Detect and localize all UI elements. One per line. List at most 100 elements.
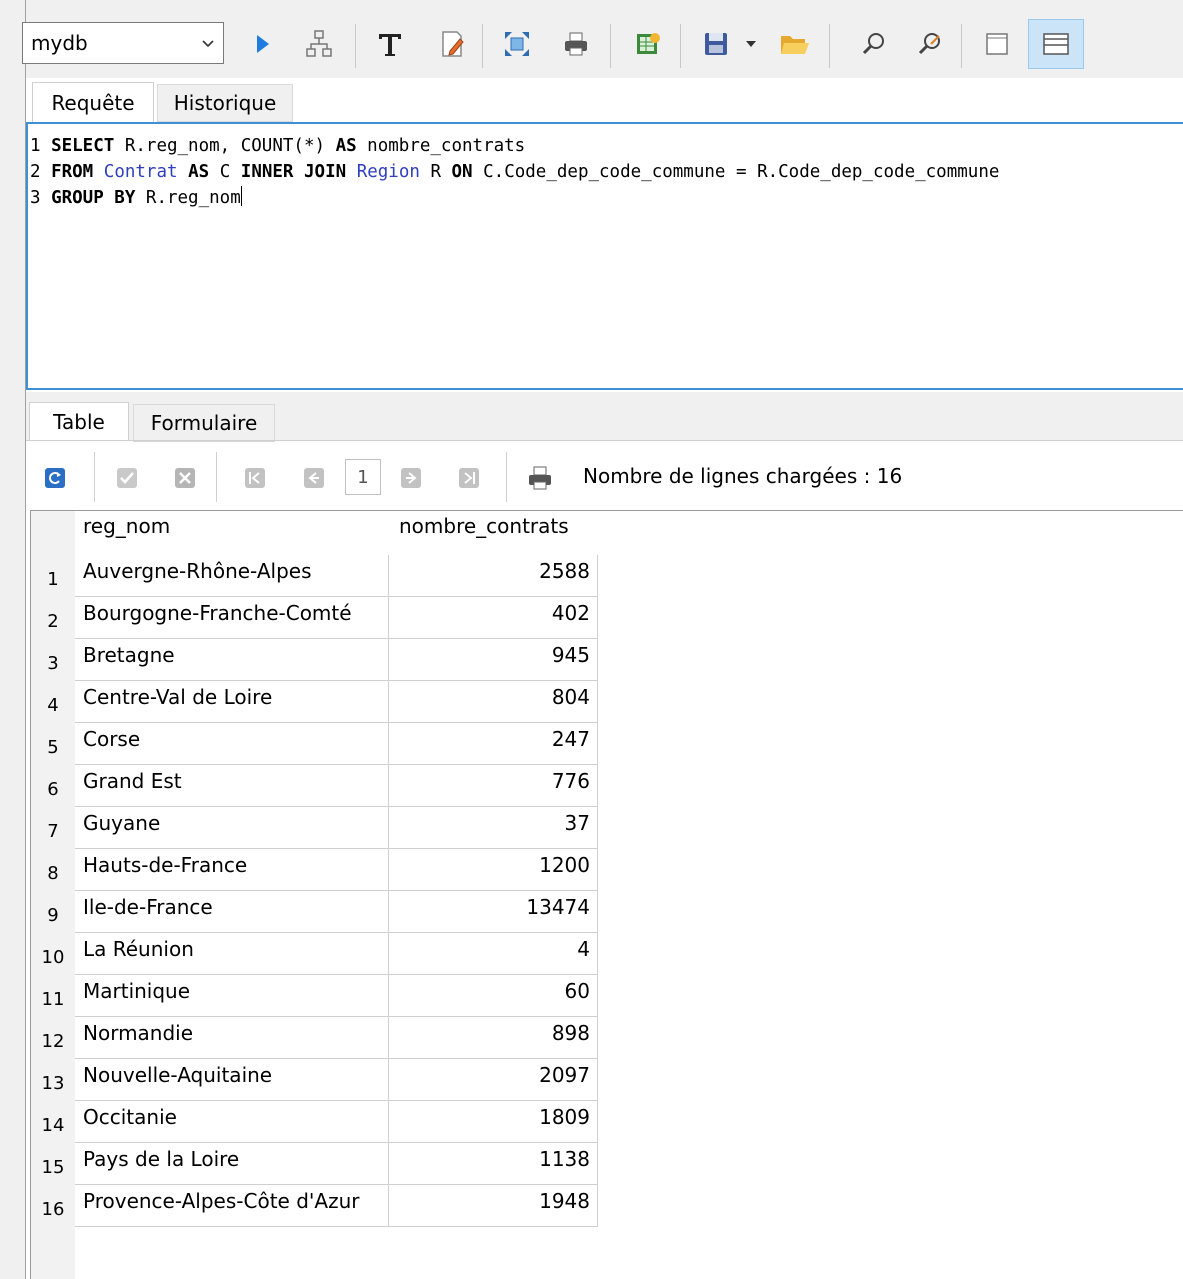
table-row[interactable]: 6 Grand Est 776 — [31, 765, 598, 807]
code-token: 1 — [30, 136, 52, 156]
refresh-button[interactable] — [40, 458, 70, 498]
cell-nombre-contrats[interactable]: 776 — [389, 765, 598, 807]
cell-nombre-contrats[interactable]: 2588 — [389, 555, 598, 597]
last-page-button[interactable] — [454, 458, 484, 498]
code-line[interactable]: 2 FROM Contrat AS C INNER JOIN Region R … — [30, 159, 1183, 185]
layout-single-button[interactable] — [979, 24, 1015, 64]
previous-page-button[interactable] — [299, 458, 329, 498]
tab-history[interactable]: Historique — [157, 84, 293, 122]
next-page-button[interactable] — [396, 458, 426, 498]
table-row[interactable]: 9 Ile-de-France 13474 — [31, 891, 598, 933]
cell-reg-nom[interactable]: Auvergne-Rhône-Alpes — [75, 555, 389, 597]
cell-nombre-contrats[interactable]: 37 — [389, 807, 598, 849]
cell-reg-nom[interactable]: Bourgogne-Franche-Comté — [75, 597, 389, 639]
row-number: 4 — [47, 695, 59, 716]
table-row[interactable]: 10 La Réunion 4 — [31, 933, 598, 975]
table-row[interactable]: 5 Corse 247 — [31, 723, 598, 765]
table-row[interactable]: 8 Hauts-de-France 1200 — [31, 849, 598, 891]
cell-nombre-contrats[interactable]: 1138 — [389, 1143, 598, 1185]
cell-nombre-contrats[interactable]: 2097 — [389, 1059, 598, 1101]
table-row[interactable]: 13 Nouvelle-Aquitaine 2097 — [31, 1059, 598, 1101]
table-row[interactable]: 1 Auvergne-Rhône-Alpes 2588 — [31, 555, 598, 597]
edit-sql-button[interactable] — [434, 24, 470, 64]
save-icon — [705, 33, 727, 55]
check-icon — [117, 468, 137, 488]
format-text-button[interactable] — [372, 24, 408, 64]
find-replace-icon — [918, 33, 940, 55]
cell-reg-nom[interactable]: Pays de la Loire — [75, 1143, 389, 1185]
print-results-button[interactable] — [525, 458, 555, 498]
row-number: 3 — [47, 653, 59, 674]
cell-nombre-contrats[interactable]: 60 — [389, 975, 598, 1017]
code-line[interactable]: 3 GROUP BY R.reg_nom — [30, 185, 1183, 211]
cell-reg-nom[interactable]: Martinique — [75, 975, 389, 1017]
row-number: 15 — [41, 1157, 65, 1178]
code-line[interactable]: 1 SELECT R.reg_nom, COUNT(*) AS nombre_c… — [30, 133, 1183, 159]
code-token: ON — [451, 162, 473, 182]
cell-reg-nom[interactable]: Grand Est — [75, 765, 389, 807]
printer-icon — [529, 466, 551, 490]
save-button[interactable] — [698, 24, 734, 64]
page-number-field[interactable]: 1 — [345, 459, 381, 495]
cell-nombre-contrats[interactable]: 1809 — [389, 1101, 598, 1143]
column-header-reg-nom[interactable]: reg_nom — [83, 514, 170, 538]
window-split-icon — [1043, 33, 1069, 55]
rollback-button[interactable] — [170, 458, 200, 498]
row-number: 8 — [47, 863, 59, 884]
print-button[interactable] — [558, 24, 594, 64]
sql-editor[interactable]: 1 SELECT R.reg_nom, COUNT(*) AS nombre_c… — [26, 122, 1183, 390]
table-row[interactable]: 12 Normandie 898 — [31, 1017, 598, 1059]
first-page-button[interactable] — [240, 458, 270, 498]
cell-reg-nom[interactable]: Normandie — [75, 1017, 389, 1059]
cell-nombre-contrats[interactable]: 1948 — [389, 1185, 598, 1227]
database-select[interactable]: mydb — [22, 22, 224, 64]
table-row[interactable]: 2 Bourgogne-Franche-Comté 402 — [31, 597, 598, 639]
cell-nombre-contrats[interactable]: 402 — [389, 597, 598, 639]
cell-reg-nom[interactable]: Bretagne — [75, 639, 389, 681]
open-file-button[interactable] — [777, 24, 813, 64]
cell-reg-nom[interactable]: Nouvelle-Aquitaine — [75, 1059, 389, 1101]
run-query-button[interactable] — [244, 24, 280, 64]
cell-nombre-contrats[interactable]: 898 — [389, 1017, 598, 1059]
table-row[interactable]: 14 Occitanie 1809 — [31, 1101, 598, 1143]
code-token: R.reg_nom, COUNT(*) — [114, 136, 336, 156]
table-row[interactable]: 11 Martinique 60 — [31, 975, 598, 1017]
tab-request[interactable]: Requête — [32, 82, 154, 122]
save-options-button[interactable] — [740, 24, 762, 64]
table-row[interactable]: 15 Pays de la Loire 1138 — [31, 1143, 598, 1185]
row-number: 13 — [41, 1073, 65, 1094]
find-replace-button[interactable] — [912, 24, 948, 64]
table-row[interactable]: 7 Guyane 37 — [31, 807, 598, 849]
layout-split-button[interactable] — [1028, 19, 1084, 69]
commit-button[interactable] — [112, 458, 142, 498]
find-button[interactable] — [856, 24, 892, 64]
tab-form-label: Formulaire — [150, 411, 258, 435]
code-token: 3 — [30, 188, 52, 208]
cell-reg-nom[interactable]: Hauts-de-France — [75, 849, 389, 891]
table-row[interactable]: 16 Provence-Alpes-Côte d'Azur 1948 — [31, 1185, 598, 1227]
cell-reg-nom[interactable]: Provence-Alpes-Côte d'Azur — [75, 1185, 389, 1227]
cell-nombre-contrats[interactable]: 247 — [389, 723, 598, 765]
cell-nombre-contrats[interactable]: 1200 — [389, 849, 598, 891]
tab-table-label: Table — [53, 410, 105, 434]
cell-reg-nom[interactable]: Guyane — [75, 807, 389, 849]
table-row[interactable]: 3 Bretagne 945 — [31, 639, 598, 681]
export-spreadsheet-button[interactable] — [630, 24, 666, 64]
explain-plan-button[interactable] — [301, 24, 337, 64]
table-row[interactable]: 4 Centre-Val de Loire 804 — [31, 681, 598, 723]
cell-reg-nom[interactable]: Occitanie — [75, 1101, 389, 1143]
column-header-nombre-contrats[interactable]: nombre_contrats — [399, 514, 569, 538]
cell-nombre-contrats[interactable]: 4 — [389, 933, 598, 975]
tab-table[interactable]: Table — [29, 402, 129, 441]
cell-reg-nom[interactable]: Corse — [75, 723, 389, 765]
cell-nombre-contrats[interactable]: 13474 — [389, 891, 598, 933]
cell-nombre-contrats[interactable]: 945 — [389, 639, 598, 681]
expand-button[interactable] — [499, 24, 535, 64]
cell-reg-nom[interactable]: Ile-de-France — [75, 891, 389, 933]
cell-reg-nom[interactable]: La Réunion — [75, 933, 389, 975]
cell-reg-nom[interactable]: Centre-Val de Loire — [75, 681, 389, 723]
cell-nombre-contrats[interactable]: 804 — [389, 681, 598, 723]
tab-form[interactable]: Formulaire — [133, 404, 275, 442]
